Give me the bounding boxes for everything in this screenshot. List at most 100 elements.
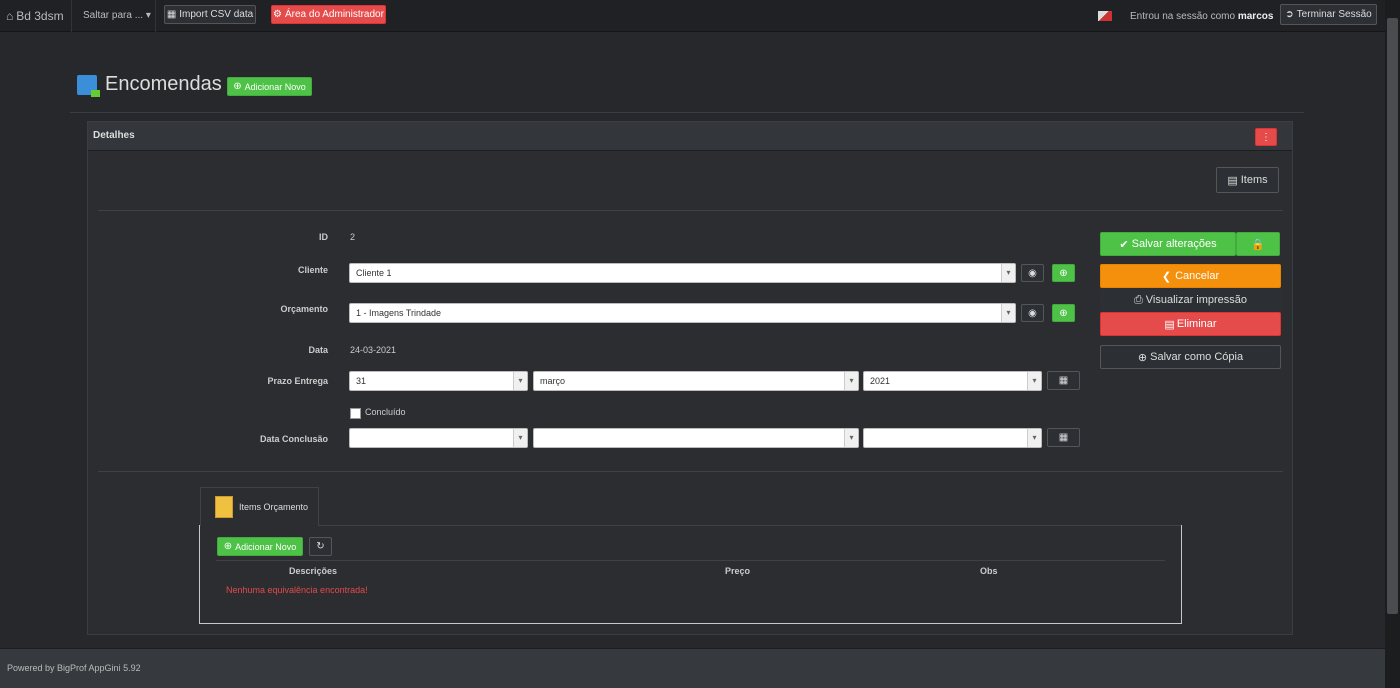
- eye-icon: ◉: [1028, 267, 1037, 279]
- add-new-button[interactable]: ⊕ Adicionar Novo: [227, 77, 312, 96]
- print-preview-label: Visualizar impressão: [1145, 294, 1248, 306]
- prazo-year-select[interactable]: 2021 ▾: [863, 371, 1042, 391]
- spreadsheet-icon: [215, 496, 233, 518]
- jump-to-dropdown[interactable]: Saltar para ... ▾: [83, 10, 151, 21]
- top-navbar: ⌂ Bd 3dsm Saltar para ... ▾ ▦ Import CSV d…: [0, 0, 1385, 32]
- session-user: marcos: [1237, 11, 1274, 22]
- prazo-calendar-button[interactable]: ▦: [1047, 371, 1080, 390]
- prazo-day-select[interactable]: 31 ▾: [349, 371, 528, 391]
- column-header-descricoes[interactable]: Descrições: [289, 566, 337, 576]
- grid-icon: ▦: [166, 9, 177, 20]
- table-icon: [77, 75, 100, 97]
- nav-divider: [71, 0, 72, 32]
- chevron-down-icon: ▾: [1027, 372, 1041, 390]
- logout-button[interactable]: ➲ Terminar Sessão: [1280, 4, 1377, 25]
- add-new-label: Adicionar Novo: [244, 81, 306, 92]
- eye-icon: ◉: [1028, 307, 1037, 319]
- refresh-icon: ↻: [316, 541, 325, 552]
- trash-icon: ▤: [1164, 318, 1175, 331]
- calendar-icon: ▦: [1058, 375, 1069, 386]
- plus-circle-icon: ⊕: [233, 81, 242, 92]
- admin-area-label: Área do Administrador: [285, 9, 384, 20]
- cliente-select[interactable]: Cliente 1 ▾: [349, 263, 1016, 283]
- chevron-down-icon: ▾: [1001, 304, 1015, 322]
- cancel-button[interactable]: ❮ Cancelar: [1100, 264, 1281, 288]
- scrollbar-thumb[interactable]: [1387, 18, 1398, 614]
- chevron-down-icon: ▾: [1001, 264, 1015, 282]
- cancel-label: Cancelar: [1175, 270, 1220, 282]
- data-label: Data: [308, 345, 328, 355]
- save-copy-label: Salvar como Cópia: [1150, 351, 1244, 363]
- footer: Powered by BigProf AppGini 5.92: [0, 648, 1385, 688]
- title-divider: [70, 112, 1304, 113]
- view-cliente-button[interactable]: ◉: [1021, 264, 1044, 282]
- data-value: 24-03-2021: [350, 345, 397, 355]
- items-label: Items: [1240, 174, 1268, 186]
- tab-items-orcamento[interactable]: Items Orçamento: [200, 487, 319, 526]
- delete-button[interactable]: ▤ Eliminar: [1100, 312, 1281, 336]
- logout-label: Terminar Sessão: [1296, 9, 1372, 20]
- caret-down-icon: ▾: [145, 10, 151, 21]
- panel-menu-button[interactable]: ⋮: [1255, 128, 1277, 146]
- orcamento-select[interactable]: 1 - Imagens Trindade ▾: [349, 303, 1016, 323]
- conclusao-calendar-button[interactable]: ▦: [1047, 428, 1080, 447]
- check-icon: ✔: [1119, 238, 1129, 251]
- column-header-preco[interactable]: Preço: [725, 566, 750, 576]
- refresh-button[interactable]: ↻: [309, 537, 332, 556]
- print-icon: ⎙: [1133, 293, 1143, 306]
- chevron-down-icon: ▾: [844, 429, 858, 447]
- column-header-obs[interactable]: Obs: [980, 566, 998, 576]
- orcamento-label: Orçamento: [280, 304, 328, 314]
- add-item-label: Adicionar Novo: [235, 541, 297, 552]
- chevron-down-icon: ▾: [1027, 429, 1041, 447]
- jump-to-label: Saltar para ...: [83, 10, 144, 21]
- page-scrollbar[interactable]: [1385, 0, 1400, 688]
- admin-area-button[interactable]: ⚙ Área do Administrador: [271, 5, 386, 24]
- save-lock-button[interactable]: 🔒: [1236, 232, 1280, 256]
- brand-label: Bd 3dsm: [16, 9, 64, 23]
- sign-out-icon: ➲: [1285, 9, 1294, 20]
- tab-label: Items Orçamento: [239, 502, 309, 512]
- prazo-month-select[interactable]: março ▾: [533, 371, 859, 391]
- add-orcamento-button[interactable]: ⊕: [1052, 304, 1075, 322]
- tab-pane: [199, 525, 1182, 624]
- list-icon: ▤: [1227, 174, 1238, 187]
- delete-label: Eliminar: [1176, 318, 1217, 330]
- conclusao-year-select[interactable]: ▾: [863, 428, 1042, 448]
- brand-link[interactable]: ⌂ Bd 3dsm: [6, 9, 64, 23]
- concluido-checkbox[interactable]: [350, 408, 361, 419]
- prazo-month-value: março: [540, 376, 566, 386]
- chevron-left-icon: ❮: [1161, 270, 1172, 283]
- table-divider: [216, 560, 1165, 561]
- plus-circle-icon: ⊕: [1137, 351, 1148, 364]
- panel-header: Detalhes ⋮: [88, 122, 1292, 151]
- concluido-label: Concluído: [365, 407, 406, 417]
- save-copy-button[interactable]: ⊕ Salvar como Cópia: [1100, 345, 1281, 369]
- footer-text: Powered by BigProf AppGini 5.92: [7, 663, 141, 673]
- add-cliente-button[interactable]: ⊕: [1052, 264, 1075, 282]
- view-orcamento-button[interactable]: ◉: [1021, 304, 1044, 322]
- session-text: Entrou na sessão como: [1130, 11, 1236, 22]
- save-button[interactable]: ✔ Salvar alterações: [1100, 232, 1236, 256]
- prazo-year-value: 2021: [870, 376, 891, 386]
- lock-icon: 🔒: [1251, 238, 1265, 251]
- print-preview-button[interactable]: ⎙ Visualizar impressão: [1100, 288, 1281, 312]
- empty-message: Nenhuma equivalência encontrada!: [226, 585, 368, 595]
- plus-icon: ⊕: [1059, 267, 1068, 279]
- chevron-down-icon: ▾: [844, 372, 858, 390]
- panel-title: Detalhes: [93, 130, 135, 141]
- id-value: 2: [350, 232, 356, 242]
- conclusao-day-select[interactable]: ▾: [349, 428, 528, 448]
- orcamento-value: 1 - Imagens Trindade: [356, 308, 442, 318]
- panel-divider: [98, 210, 1283, 211]
- calendar-icon: ▦: [1058, 432, 1069, 443]
- add-item-button[interactable]: ⊕ Adicionar Novo: [217, 537, 303, 556]
- save-label: Salvar alterações: [1131, 238, 1217, 250]
- plus-icon: ⊕: [1059, 307, 1068, 319]
- chevron-down-icon: ▾: [513, 372, 527, 390]
- import-csv-button[interactable]: ▦ Import CSV data: [164, 5, 256, 24]
- conclusao-month-select[interactable]: ▾: [533, 428, 859, 448]
- data-conclusao-label: Data Conclusão: [259, 434, 328, 444]
- items-button[interactable]: ▤ Items: [1216, 167, 1279, 193]
- cliente-label: Cliente: [297, 265, 328, 275]
